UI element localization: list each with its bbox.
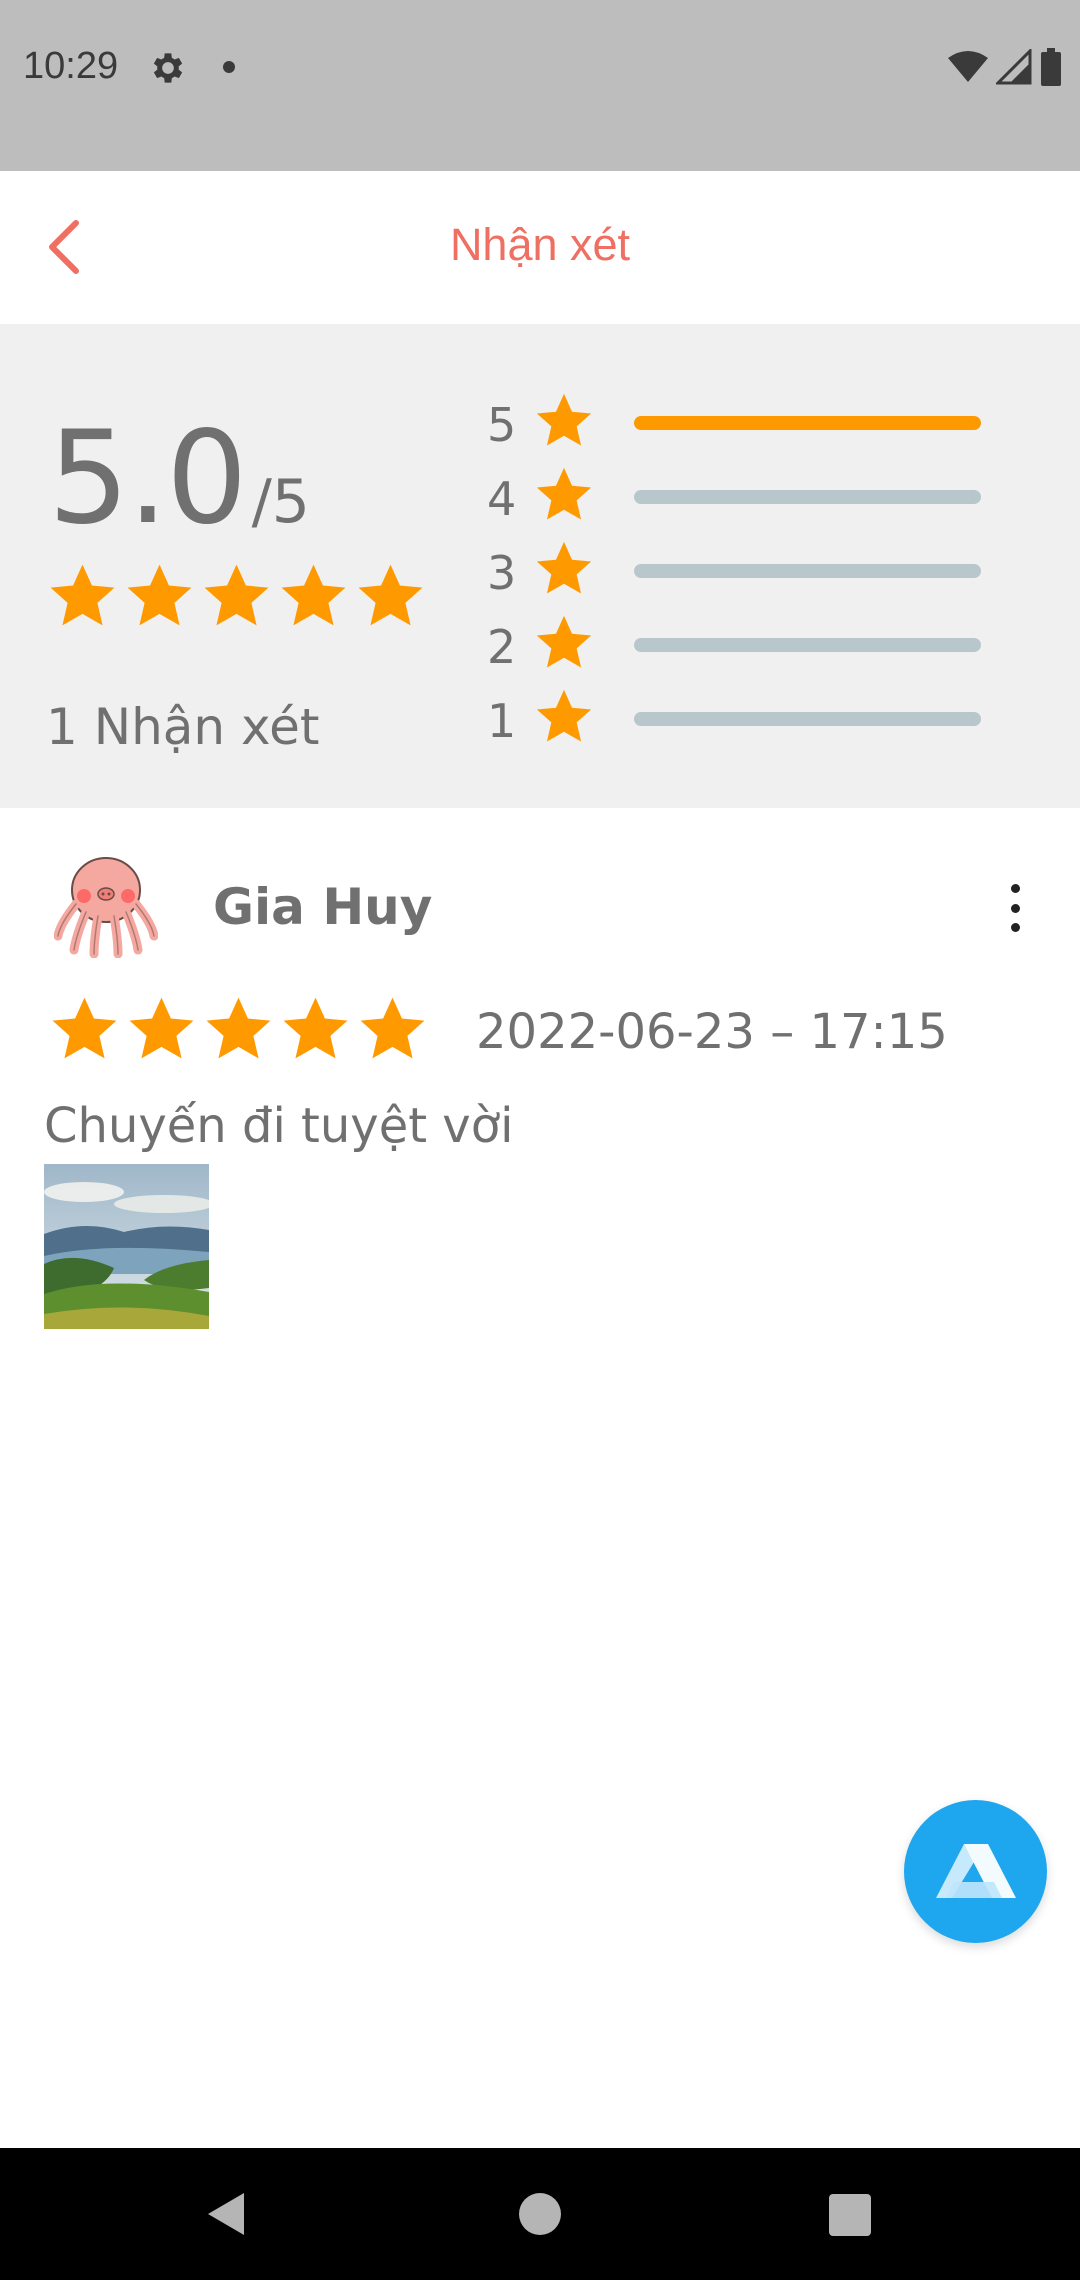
rating-level-label: 4 xyxy=(487,472,517,526)
rating-level-label: 1 xyxy=(487,694,517,748)
home-circle-icon[interactable] xyxy=(519,2193,561,2235)
rating-breakdown: 5 4 3 2 1 xyxy=(485,390,1005,760)
average-max: /5 xyxy=(251,467,310,537)
app-logo-icon xyxy=(935,1843,1016,1898)
star-icon xyxy=(536,689,592,742)
star-icon xyxy=(129,997,194,1059)
signal-icon xyxy=(996,49,1032,85)
back-triangle-icon[interactable] xyxy=(204,2191,250,2237)
star-icon xyxy=(536,467,592,520)
star-icon xyxy=(536,541,592,594)
star-icon xyxy=(536,615,592,668)
star-icon xyxy=(50,564,115,626)
more-options-button[interactable] xyxy=(995,878,1035,938)
reviewer-name: Gia Huy xyxy=(213,878,433,936)
star-icon xyxy=(206,997,271,1059)
rating-bar-fill xyxy=(634,416,981,430)
average-rating: 5.0/5 xyxy=(48,404,310,553)
rating-breakdown-row: 4 xyxy=(485,464,1005,538)
gear-icon xyxy=(153,53,183,83)
star-icon xyxy=(52,997,117,1059)
average-stars xyxy=(46,560,427,633)
notification-dot-icon xyxy=(223,61,235,73)
rating-bar-track xyxy=(634,638,981,652)
recents-square-icon[interactable] xyxy=(829,2194,871,2236)
page-title: Nhận xét xyxy=(449,219,631,270)
review-count: 1 Nhận xét xyxy=(46,698,320,756)
star-icon xyxy=(358,564,423,626)
review-item: Gia Huy 2022-06-23 – 17:15 Chuyến đi tuy… xyxy=(0,808,1080,1348)
star-icon xyxy=(360,997,425,1059)
rating-breakdown-row: 3 xyxy=(485,538,1005,612)
landscape-photo xyxy=(44,1164,209,1329)
rating-level-label: 3 xyxy=(487,546,517,600)
review-date: 2022-06-23 – 17:15 xyxy=(476,1004,948,1060)
status-bar: 10:29 xyxy=(0,0,1080,171)
status-time: 10:29 xyxy=(23,45,119,87)
more-vertical-icon xyxy=(1010,884,1020,893)
star-icon xyxy=(536,393,592,446)
octopus-avatar-icon xyxy=(54,857,158,958)
star-icon xyxy=(204,564,269,626)
star-icon xyxy=(127,564,192,626)
star-icon xyxy=(281,564,346,626)
rating-level-label: 5 xyxy=(487,398,517,452)
star-icon xyxy=(283,997,348,1059)
average-value: 5.0 xyxy=(48,404,248,553)
rating-level-label: 2 xyxy=(487,620,517,674)
rating-breakdown-row: 2 xyxy=(485,612,1005,686)
battery-icon xyxy=(1041,48,1061,86)
review-photo[interactable] xyxy=(44,1164,209,1329)
system-nav-bar xyxy=(0,2148,1080,2280)
rating-bar-track xyxy=(634,564,981,578)
rating-bar-track xyxy=(634,712,981,726)
review-text: Chuyến đi tuyệt vời xyxy=(44,1098,514,1154)
floating-app-button[interactable] xyxy=(904,1800,1047,1943)
app-bar: Nhận xét xyxy=(0,171,1080,324)
rating-breakdown-row: 1 xyxy=(485,686,1005,760)
rating-breakdown-row: 5 xyxy=(485,390,1005,464)
review-stars xyxy=(48,993,429,1066)
rating-summary: 5.0/5 1 Nhận xét 5 4 3 2 1 xyxy=(0,324,1080,808)
wifi-icon xyxy=(948,51,988,82)
rating-bar-track xyxy=(634,416,981,430)
status-icons xyxy=(948,46,1062,88)
rating-bar-track xyxy=(634,490,981,504)
